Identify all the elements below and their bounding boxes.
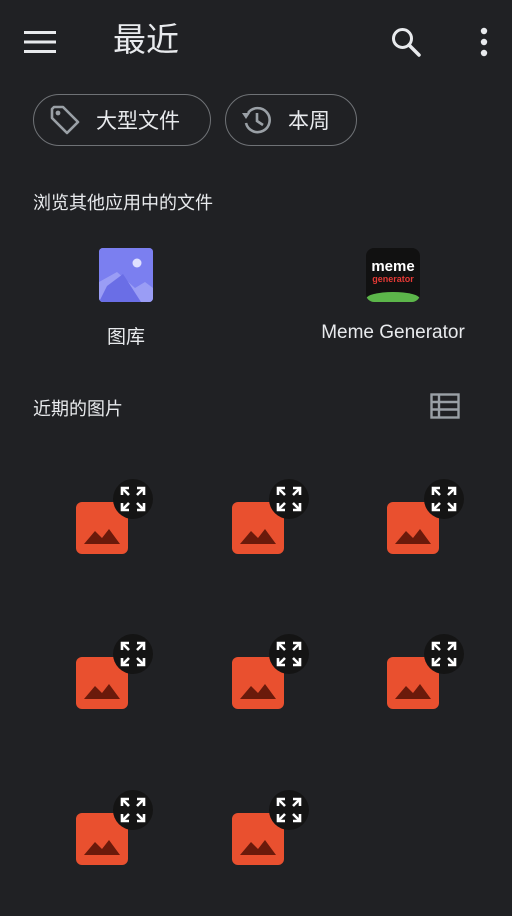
meme-generator-icon: meme generator: [366, 248, 420, 302]
app-gallery-label: 图库: [106, 327, 145, 348]
fullscreen-icon[interactable]: [269, 790, 309, 830]
more-options-button[interactable]: [464, 22, 504, 62]
recent-image-item[interactable]: [189, 455, 339, 605]
top-app-bar: 最近: [0, 0, 512, 82]
fullscreen-icon[interactable]: [424, 479, 464, 519]
search-button[interactable]: [386, 22, 426, 62]
fullscreen-icon[interactable]: [113, 634, 153, 674]
meme-icon-text: meme: [371, 258, 415, 275]
meme-icon-grass: [366, 292, 420, 302]
recent-image-item[interactable]: [344, 610, 494, 760]
fullscreen-icon[interactable]: [269, 634, 309, 674]
chip-large-files[interactable]: 大型文件: [33, 94, 211, 146]
menu-icon: [24, 31, 56, 53]
recent-images-heading: 近期的图片: [33, 399, 123, 420]
more-vert-icon: [480, 27, 488, 57]
fullscreen-icon[interactable]: [113, 790, 153, 830]
meme-icon-subtext: generator: [372, 274, 414, 284]
list-view-icon: [430, 393, 460, 419]
app-meme-generator-label: Meme Generator: [321, 322, 465, 343]
recent-image-item[interactable]: [344, 455, 494, 605]
search-icon: [392, 28, 421, 57]
recent-image-item[interactable]: [189, 766, 339, 916]
app-gallery[interactable]: 图库: [16, 248, 236, 349]
browse-apps-heading: 浏览其他应用中的文件: [33, 193, 213, 214]
recent-image-item[interactable]: [33, 455, 183, 605]
tag-icon: [48, 103, 82, 137]
chip-large-files-label: 大型文件: [96, 109, 180, 133]
chip-this-week[interactable]: 本周: [225, 94, 357, 146]
fullscreen-icon[interactable]: [424, 634, 464, 674]
gallery-icon: [99, 248, 153, 302]
fullscreen-icon[interactable]: [269, 479, 309, 519]
fullscreen-icon[interactable]: [113, 479, 153, 519]
app-meme-generator[interactable]: meme generator Meme Generator: [283, 248, 503, 344]
recent-image-item[interactable]: [33, 766, 183, 916]
list-view-toggle[interactable]: [425, 386, 465, 426]
chip-this-week-label: 本周: [288, 109, 330, 133]
menu-button[interactable]: [20, 22, 60, 62]
recent-image-item[interactable]: [189, 610, 339, 760]
recent-image-item[interactable]: [33, 610, 183, 760]
page-title: 最近: [113, 20, 179, 59]
history-icon: [240, 103, 274, 137]
